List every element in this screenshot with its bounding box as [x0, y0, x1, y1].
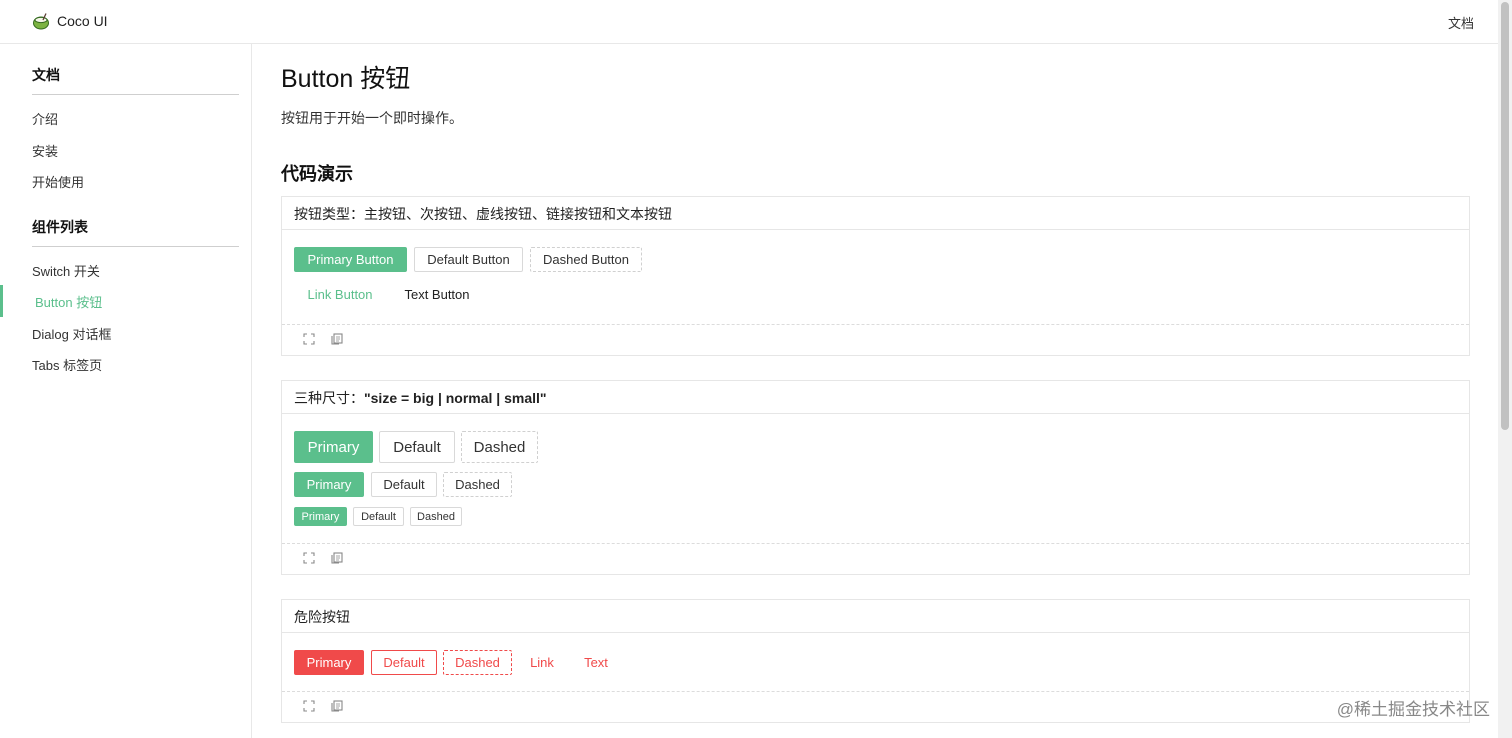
watermark: @稀土掘金技术社区	[1336, 700, 1490, 719]
default-big-button[interactable]: Default	[379, 431, 455, 463]
page-scrollbar[interactable]	[1498, 0, 1512, 738]
demo-footer	[282, 692, 1469, 722]
sidebar-item-switch[interactable]: Switch 开关	[32, 261, 100, 280]
sidebar-item-install[interactable]: 安装	[32, 141, 58, 160]
sidebar-group-title-components: 组件列表	[32, 219, 88, 235]
demo-title-code: "size = big | normal | small"	[364, 390, 547, 406]
sidebar-divider	[32, 246, 239, 247]
sidebar-item-getting-started[interactable]: 开始使用	[32, 172, 84, 191]
primary-small-button[interactable]: Primary	[294, 507, 347, 526]
demo-title: 危险按钮	[282, 600, 1469, 633]
primary-normal-button[interactable]: Primary	[294, 472, 364, 497]
expand-icon[interactable]	[303, 700, 315, 712]
demo-title: 三种尺寸："size = big | normal | small"	[282, 381, 1469, 414]
copy-icon[interactable]	[331, 333, 343, 345]
active-indicator	[0, 285, 3, 317]
top-navbar: Coco UI 文档	[0, 0, 1498, 44]
main-content: Button 按钮 按钮用于开始一个即时操作。 代码演示 按钮类型：主按钮、次按…	[281, 44, 1471, 738]
danger-primary-button[interactable]: Primary	[294, 650, 364, 675]
dashed-normal-button[interactable]: Dashed	[443, 472, 512, 497]
danger-default-button[interactable]: Default	[371, 650, 437, 675]
danger-link-button[interactable]: Link	[518, 650, 566, 675]
sidebar-item-tabs[interactable]: Tabs 标签页	[32, 355, 102, 374]
coconut-logo-icon	[33, 13, 49, 30]
copy-icon[interactable]	[331, 552, 343, 564]
dashed-button[interactable]: Dashed Button	[530, 247, 642, 272]
dashed-big-button[interactable]: Dashed	[461, 431, 538, 463]
expand-icon[interactable]	[303, 552, 315, 564]
demo-title: 按钮类型：主按钮、次按钮、虚线按钮、链接按钮和文本按钮	[282, 197, 1469, 230]
expand-icon[interactable]	[303, 333, 315, 345]
demo-body: Primary Default Dashed Primary Default D…	[282, 414, 1469, 544]
demo-title-prefix: 三种尺寸：	[294, 390, 364, 406]
sidebar: 文档 介绍 安装 开始使用 组件列表 Switch 开关 Button 按钮 D…	[0, 44, 252, 738]
default-button[interactable]: Default Button	[414, 247, 523, 272]
demo-card-button-types: 按钮类型：主按钮、次按钮、虚线按钮、链接按钮和文本按钮 Primary Butt…	[281, 196, 1470, 356]
sidebar-item-button[interactable]: Button 按钮	[35, 292, 102, 311]
sidebar-divider	[32, 94, 239, 95]
danger-dashed-button[interactable]: Dashed	[443, 650, 512, 675]
docs-nav-link[interactable]: 文档	[1448, 13, 1474, 32]
primary-button[interactable]: Primary Button	[294, 247, 407, 272]
sidebar-item-intro[interactable]: 介绍	[32, 109, 58, 128]
dashed-small-button[interactable]: Dashed	[410, 507, 462, 526]
page-title: Button 按钮	[281, 65, 411, 93]
demo-footer	[282, 544, 1469, 574]
section-title: 代码演示	[281, 164, 353, 184]
sidebar-group-title-docs: 文档	[32, 67, 60, 83]
primary-big-button[interactable]: Primary	[294, 431, 373, 463]
scrollbar-thumb[interactable]	[1501, 2, 1509, 430]
demo-card-danger: 危险按钮 Primary Default Dashed Link Text	[281, 599, 1470, 723]
danger-text-button[interactable]: Text	[572, 650, 620, 675]
link-button[interactable]: Link Button	[294, 282, 386, 307]
text-button[interactable]: Text Button	[392, 282, 482, 307]
default-normal-button[interactable]: Default	[371, 472, 437, 497]
demo-footer	[282, 325, 1469, 355]
demo-card-sizes: 三种尺寸："size = big | normal | small" Prima…	[281, 380, 1470, 575]
app-name: Coco UI	[57, 13, 108, 29]
page-description: 按钮用于开始一个即时操作。	[281, 110, 463, 126]
demo-body: Primary Default Dashed Link Text	[282, 633, 1469, 692]
logo[interactable]: Coco UI	[32, 12, 108, 30]
sidebar-item-dialog[interactable]: Dialog 对话框	[32, 324, 111, 343]
default-small-button[interactable]: Default	[353, 507, 404, 526]
demo-body: Primary Button Default Button Dashed But…	[282, 230, 1469, 325]
copy-icon[interactable]	[331, 700, 343, 712]
